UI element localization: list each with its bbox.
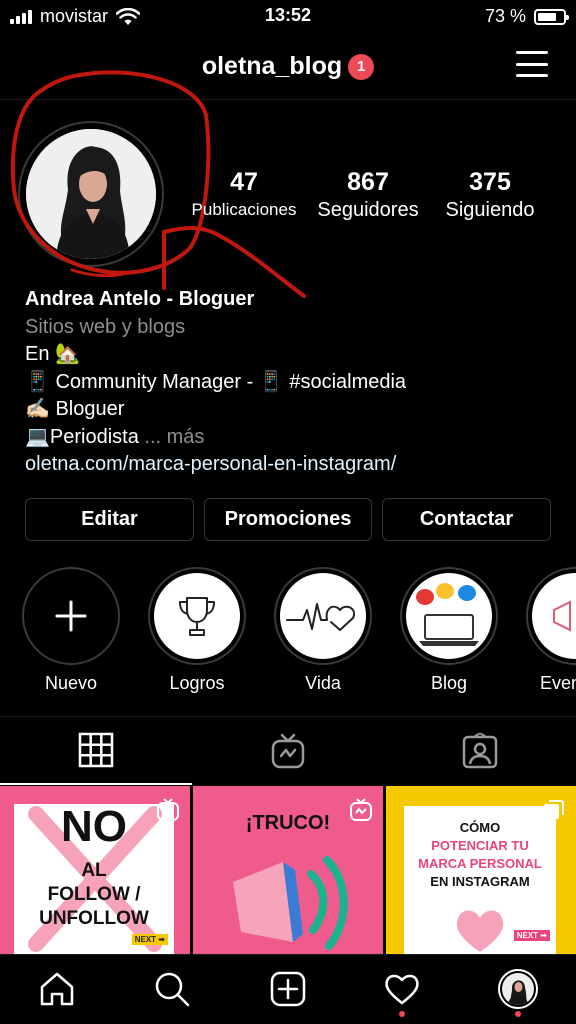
activity-dot	[399, 1011, 405, 1017]
profile-name: Andrea Antelo - Bloguer	[25, 288, 255, 310]
grid-icon	[78, 732, 114, 768]
account-switcher[interactable]: oletna_blog 1	[0, 52, 576, 81]
grid-post[interactable]: CÓMO POTENCIAR TU MARCA PERSONAL EN INST…	[386, 786, 576, 954]
bio: Andrea Antelo - Bloguer Sitios web y blo…	[25, 286, 565, 479]
highlight-vida[interactable]: Vida	[274, 567, 372, 694]
plus-icon	[28, 573, 114, 659]
igtv-icon	[157, 798, 179, 821]
tab-igtv[interactable]	[192, 717, 384, 785]
status-bar: movistar 13:52 73 %	[0, 0, 576, 34]
post-grid: NO AL FOLLOW / UNFOLLOW NEXT ➡ ¡TRUCO! C…	[0, 786, 576, 954]
grid-post[interactable]: ¡TRUCO!	[193, 786, 383, 954]
hamburger-icon	[516, 51, 548, 54]
nav-search[interactable]	[152, 969, 192, 1009]
profile-avatar	[498, 969, 538, 1009]
bio-line: 💻Periodista ... más	[25, 424, 565, 452]
highlight-circle	[22, 567, 120, 665]
highlight-label: Even	[540, 673, 576, 693]
followers-count: 867	[347, 168, 389, 196]
trophy-icon	[154, 573, 240, 659]
following-count: 375	[469, 168, 511, 196]
megaphone-icon	[233, 856, 348, 950]
profile-category: Sitios web y blogs	[25, 315, 186, 338]
highlight-label: Vida	[305, 673, 341, 693]
post-text: EN INSTAGRAM	[430, 874, 530, 889]
battery-level	[538, 12, 556, 21]
highlight-blog[interactable]: Blog	[400, 567, 498, 694]
post-card: NO AL FOLLOW / UNFOLLOW NEXT ➡	[14, 802, 174, 954]
promotions-button[interactable]: Promociones	[204, 498, 372, 541]
more-link[interactable]: ... más	[144, 426, 204, 448]
grid-post[interactable]: NO AL FOLLOW / UNFOLLOW NEXT ➡	[0, 786, 190, 954]
bottom-nav	[0, 954, 576, 1024]
nav-profile[interactable]	[498, 969, 538, 1017]
post-text: AL	[81, 860, 107, 881]
next-tag: NEXT ➡	[513, 930, 550, 941]
home-icon	[40, 972, 74, 1006]
highlight-circle	[274, 567, 372, 665]
username: oletna_blog	[201, 52, 343, 80]
bio-line: ✍🏻 Bloguer	[25, 398, 125, 420]
contact-button[interactable]: Contactar	[382, 498, 551, 541]
posts-count: 47	[230, 168, 258, 196]
following-label: Siguiendo	[445, 199, 535, 221]
megaphone-icon	[532, 573, 576, 659]
bio-line: 📱 Community Manager - 📱 #socialmedia	[25, 370, 407, 393]
heart-icon	[385, 974, 419, 1005]
post-text: POTENCIAR TU	[431, 838, 529, 853]
heart-illustration	[456, 910, 504, 952]
tagged-icon	[462, 733, 498, 769]
tab-tagged[interactable]	[384, 717, 576, 785]
profile-tabs	[0, 716, 576, 785]
post-headline: NO	[61, 802, 127, 851]
search-icon	[155, 972, 190, 1007]
edit-profile-button[interactable]: Editar	[25, 498, 194, 541]
post-card: CÓMO POTENCIAR TU MARCA PERSONAL EN INST…	[404, 806, 556, 954]
tab-grid[interactable]	[0, 717, 192, 785]
profile-picture[interactable]	[18, 121, 164, 267]
igtv-icon	[271, 733, 305, 769]
stat-posts[interactable]: 47 Publicaciones	[188, 168, 300, 224]
menu-button[interactable]	[516, 51, 548, 77]
highlight-circle	[526, 567, 576, 665]
highlight-events[interactable]: Even	[526, 567, 576, 694]
heartbeat-icon	[280, 573, 366, 659]
carousel-icon	[544, 800, 564, 819]
nav-home[interactable]	[37, 969, 77, 1009]
status-right: 73 %	[484, 6, 569, 27]
bio-line-text: 💻Periodista	[25, 425, 139, 448]
highlight-label: Nuevo	[44, 673, 98, 693]
followers-label: Seguidores	[317, 199, 419, 221]
stat-following[interactable]: 375 Siguiendo	[436, 168, 544, 224]
posts-label: Publicaciones	[191, 200, 297, 219]
highlight-circle	[400, 567, 498, 665]
highlight-new[interactable]: Nuevo	[22, 567, 120, 694]
bio-line: En 🏡	[25, 343, 80, 365]
notification-badge: 1	[348, 53, 375, 80]
igtv-icon	[350, 798, 372, 821]
nav-activity[interactable]	[382, 969, 422, 1017]
laptop-icon	[406, 573, 492, 659]
battery-percent: 73 %	[484, 6, 526, 26]
post-text: MARCA PERSONAL	[418, 856, 542, 871]
next-tag: NEXT ➡	[131, 934, 168, 945]
highlight-logros[interactable]: Logros	[148, 567, 246, 694]
post-text: CÓMO	[459, 820, 501, 835]
post-text: FOLLOW /	[47, 884, 141, 905]
highlight-label: Blog	[430, 673, 468, 693]
website-link[interactable]: oletna.com/marca-personal-en-instagram/	[25, 451, 565, 479]
battery-icon	[534, 8, 569, 25]
profile-header: oletna_blog 1	[0, 40, 576, 100]
post-text: UNFOLLOW	[39, 908, 149, 929]
stat-followers[interactable]: 867 Seguidores	[310, 168, 426, 224]
profile-dot	[515, 1011, 521, 1017]
highlight-label: Logros	[169, 673, 225, 693]
nav-add-post[interactable]	[268, 969, 308, 1009]
profile-photo	[26, 129, 156, 259]
highlight-circle	[148, 567, 246, 665]
add-post-icon	[270, 971, 306, 1007]
